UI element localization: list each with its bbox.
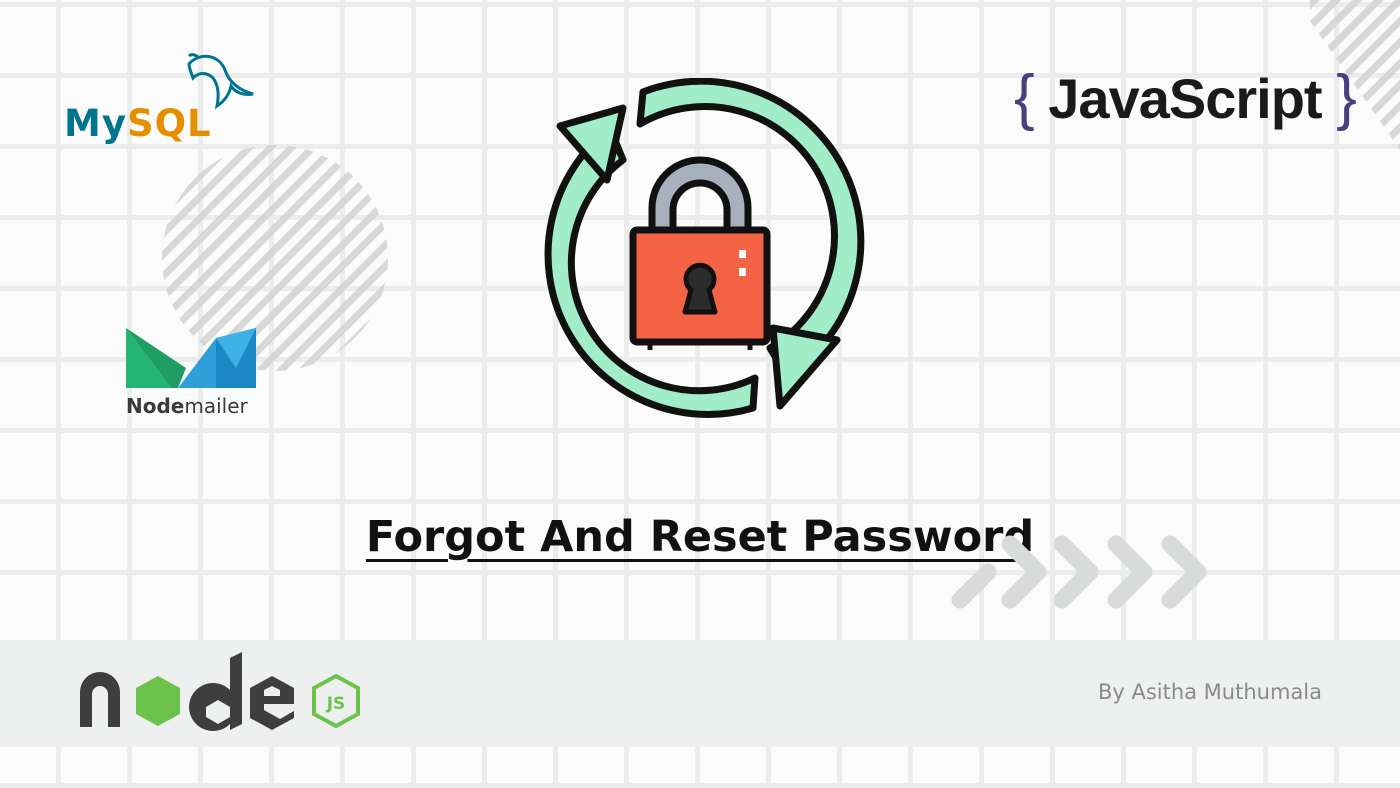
nodemailer-mark-icon — [126, 328, 256, 388]
nodemailer-wordmark: Nodemailer — [126, 394, 248, 418]
chevrons-decoration — [951, 535, 1207, 609]
javascript-logo: { JavaScript } — [1014, 62, 1357, 133]
nodemailer-logo: Nodemailer — [126, 328, 276, 428]
nodejs-logo: JS — [80, 652, 360, 731]
mysql-wordmark: MySQL — [64, 102, 212, 145]
author-credit: By Asitha Muthumala — [1097, 680, 1322, 704]
js-badge-text: JS — [326, 694, 346, 714]
mysql-logo: MySQL — [64, 50, 264, 155]
lock-refresh-icon — [544, 78, 865, 418]
javascript-wordmark: JavaScript — [1048, 67, 1322, 130]
close-brace: } — [1336, 63, 1357, 132]
open-brace: { — [1014, 63, 1035, 132]
